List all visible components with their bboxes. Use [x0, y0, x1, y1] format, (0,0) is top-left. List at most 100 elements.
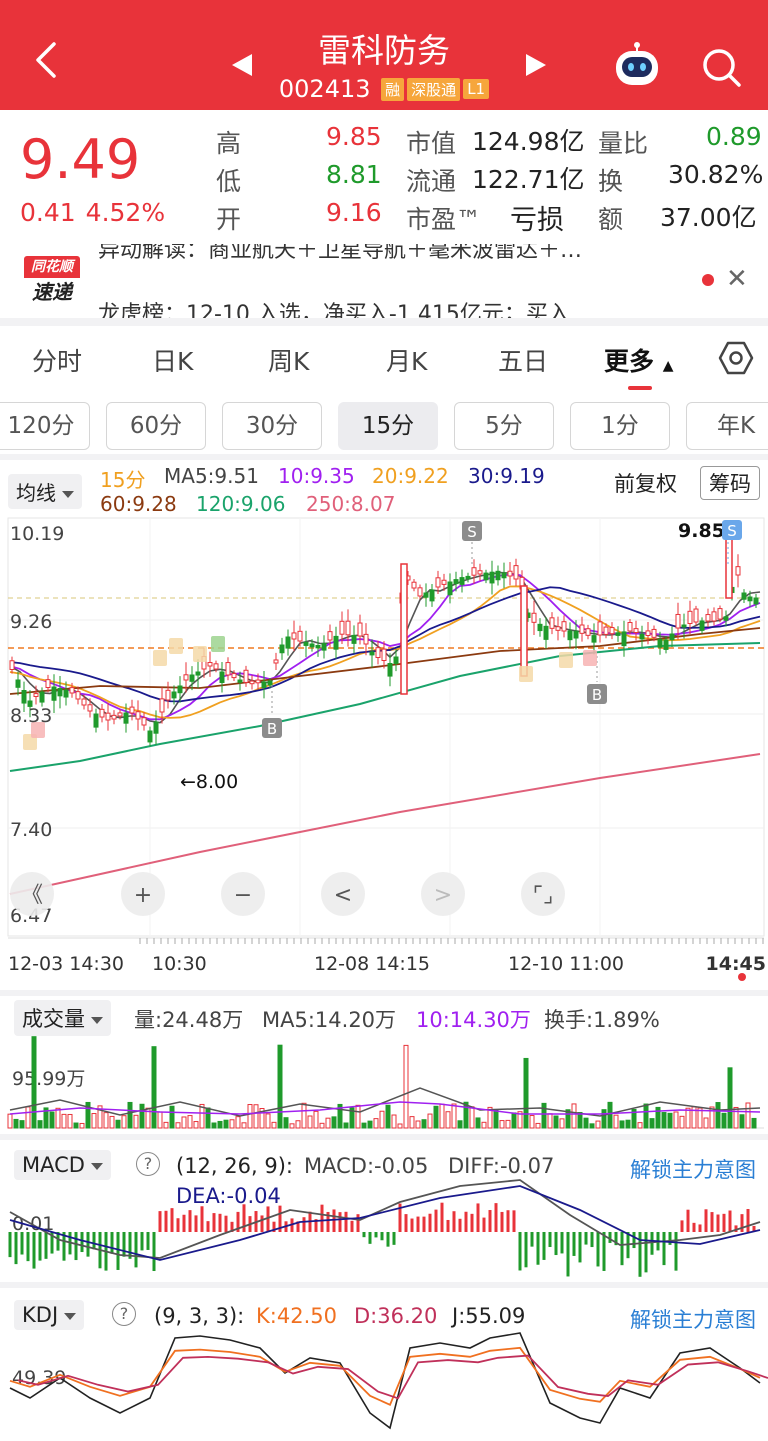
period-1m[interactable]: 1分 — [570, 402, 670, 450]
period-5m[interactable]: 5分 — [454, 402, 554, 450]
macd-histogram-bar — [560, 1232, 564, 1254]
td-count-tag — [559, 652, 573, 668]
volume-bar — [421, 1119, 427, 1129]
candle-body — [309, 643, 315, 648]
macd-histogram-bar — [404, 1214, 408, 1232]
volume-bar — [475, 1117, 481, 1129]
candle-body — [183, 674, 189, 681]
divider — [0, 990, 768, 996]
x-axis-label: 14:45 — [706, 953, 766, 975]
period-year-k[interactable]: 年K — [686, 402, 768, 450]
candle-body — [315, 645, 321, 649]
candle-body — [285, 636, 291, 649]
candle-body — [279, 644, 285, 654]
candle-body — [159, 698, 165, 713]
volume-bar — [127, 1101, 133, 1129]
robot-assistant-icon[interactable] — [612, 42, 662, 88]
macd-histogram-bar — [170, 1208, 174, 1232]
macd-histogram-bar — [302, 1217, 306, 1232]
settings-hexagon-icon[interactable] — [718, 340, 754, 376]
tab-day-k[interactable]: 日K — [152, 342, 193, 378]
search-icon[interactable] — [700, 46, 742, 88]
volume-bar — [283, 1117, 289, 1129]
candle-body — [417, 587, 423, 597]
pan-left-icon-glyph: < — [334, 883, 352, 908]
volume-bar — [727, 1067, 733, 1129]
fullscreen-icon-glyph: ⌜⌟ — [533, 883, 554, 908]
volume-bar — [373, 1118, 379, 1129]
tab-month-k[interactable]: 月K — [386, 342, 427, 378]
period-120m[interactable]: 120分 — [0, 402, 90, 450]
candle-body — [489, 571, 495, 584]
volume-chart[interactable]: 95.99万 — [0, 1030, 768, 1132]
macd-histogram-bar — [590, 1232, 594, 1248]
volume-bar — [277, 1044, 283, 1129]
candle-body — [711, 611, 717, 622]
chips-button[interactable]: 筹码 — [700, 466, 760, 500]
news-ticker[interactable]: 同花顺 速递 异动解读：商业航天＋卫星导航＋毫米波雷达＋… 龙虎榜：12-10 … — [0, 244, 768, 318]
candle-body — [549, 617, 555, 629]
kline-chart[interactable]: ←8.009.85→SBBS 10.199.268.337.406.47 《 + −… — [0, 516, 768, 986]
adjust-mode[interactable]: 前复权 — [614, 468, 677, 498]
volume-bar — [715, 1102, 721, 1129]
macd-histogram-bar — [44, 1232, 48, 1259]
ma-dropdown[interactable]: 均线 — [8, 474, 82, 509]
period-60m[interactable]: 60分 — [106, 402, 206, 450]
period-30m[interactable]: 30分 — [222, 402, 322, 450]
macd-histogram-bar — [470, 1213, 474, 1232]
volume-bar — [169, 1105, 175, 1129]
macd-histogram-bar — [86, 1232, 90, 1257]
candle-body — [507, 570, 513, 577]
volume-bar — [619, 1120, 625, 1129]
active-tab-indicator — [628, 386, 652, 390]
candle-body — [615, 632, 621, 636]
candle-body — [633, 628, 639, 633]
volume-bar — [397, 1123, 403, 1129]
candle-body — [51, 686, 57, 701]
volume-bar — [379, 1110, 385, 1129]
candle-body — [725, 535, 733, 599]
candle-body — [753, 597, 759, 605]
macd-histogram-bar — [212, 1213, 216, 1232]
macd-histogram-bar — [740, 1214, 744, 1232]
candle-body — [579, 624, 585, 634]
macd-histogram-bar — [620, 1232, 624, 1266]
candle-body — [429, 589, 435, 602]
volume-bar — [403, 1044, 409, 1129]
volume-bar — [469, 1106, 475, 1129]
volume-bar — [115, 1119, 121, 1129]
volume-bar — [559, 1118, 565, 1129]
macd-histogram-bar — [650, 1232, 654, 1255]
tab-more[interactable]: 更多 ▲ — [604, 342, 674, 378]
macd-histogram-bar — [710, 1212, 714, 1232]
news-line-1[interactable]: 异动解读：商业航天＋卫星导航＋毫米波雷达＋… — [98, 244, 582, 264]
macd-histogram-bar — [434, 1209, 438, 1232]
candle-body — [195, 671, 201, 676]
macd-chart[interactable]: 0.01 — [0, 1140, 768, 1280]
volume-bar — [643, 1103, 649, 1129]
tab-five-day[interactable]: 五日 — [498, 342, 548, 378]
candle-body — [411, 581, 417, 589]
volratio-label: 量比 — [598, 129, 649, 158]
volume-bar — [205, 1107, 211, 1129]
period-15m[interactable]: 15分 — [338, 402, 438, 450]
candle-body — [585, 628, 591, 636]
low-label: 低 — [216, 167, 242, 196]
candle-body — [483, 572, 489, 581]
next-stock-icon[interactable] — [526, 54, 546, 76]
tab-minute[interactable]: 分时 — [32, 342, 82, 378]
kdj-chart[interactable]: 49.39 — [0, 1288, 768, 1441]
volume-bar — [55, 1107, 61, 1129]
macd-histogram-bar — [680, 1220, 684, 1232]
macd-histogram-bar — [320, 1204, 324, 1232]
kline-x-axis: 12-03 14:30 10:30 12-08 14:15 12-10 11:00 14… — [8, 937, 766, 981]
tab-week-k[interactable]: 周K — [268, 342, 309, 378]
macd-histogram-bar — [332, 1209, 336, 1232]
volume-bar — [163, 1121, 169, 1129]
candle-body — [153, 721, 159, 734]
macd-histogram-bar — [674, 1232, 678, 1271]
prev-stock-icon[interactable] — [232, 54, 252, 76]
news-line-2[interactable]: 龙虎榜：12-10 入选，净买入-1.415亿元；买入 — [98, 296, 570, 318]
macd-histogram-bar — [746, 1209, 750, 1232]
close-icon[interactable]: ✕ — [726, 264, 748, 294]
